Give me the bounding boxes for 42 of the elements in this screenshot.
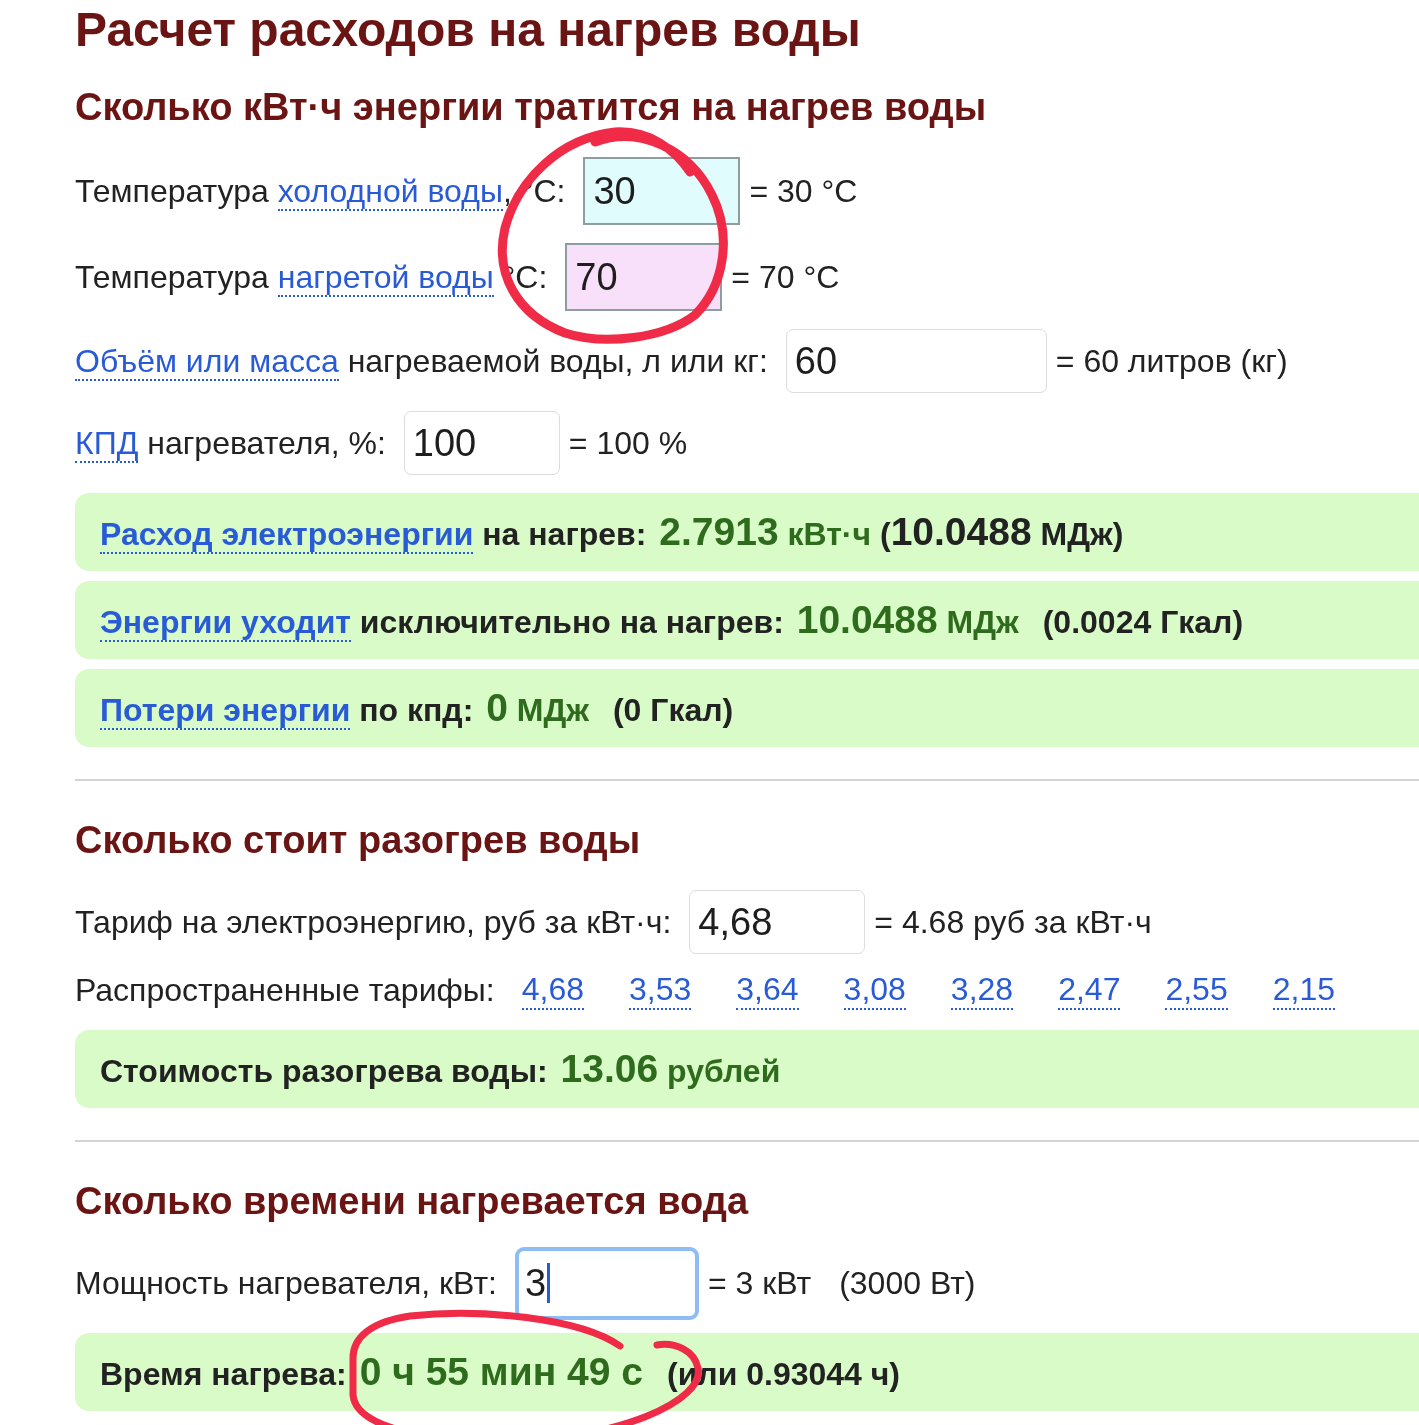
result-text: Энергии уходит исключительно на нагрев: 10.0488 МДж (0.0024 Гкал): [100, 598, 1244, 642]
result-text: = 60 литров (кг): [1055, 342, 1288, 380]
tariff-link[interactable]: 4,68: [521, 970, 584, 1010]
page-title: Расчет расходов на нагрев воды: [75, 2, 862, 58]
input-field[interactable]: 3: [514, 1246, 699, 1320]
result-text: Стоимость разогрева воды: 13.06 рублей: [100, 1047, 781, 1091]
result-text: (3000 Вт): [839, 1264, 976, 1302]
link[interactable]: холодной воды: [277, 172, 503, 211]
link[interactable]: Энергии уходит: [100, 604, 351, 642]
link[interactable]: нагретой воды: [277, 258, 494, 297]
input-field[interactable]: 30: [583, 157, 741, 225]
result-text: Расход электроэнергии на нагрев: 2.7913 кВт·ч (10.0488 МДж): [100, 510, 1124, 554]
result-text: Потери энергии по кпд: 0 МДж (0 Гкал): [100, 686, 734, 730]
field-label: Тариф на электроэнергию, руб за кВт·ч:: [75, 903, 672, 941]
presets-label: Распространенные тарифы:: [75, 971, 495, 1009]
link[interactable]: Потери энергии: [100, 692, 351, 730]
link[interactable]: КПД: [75, 424, 139, 463]
result-text: = 30 °C: [749, 172, 858, 210]
tariff-link[interactable]: 2,55: [1165, 970, 1228, 1010]
input-field[interactable]: 60: [785, 329, 1047, 393]
tariff-link[interactable]: 2,47: [1058, 970, 1121, 1010]
input-field[interactable]: 70: [565, 243, 723, 311]
section-heading: Сколько кВт·ч энергии тратится на нагрев воды: [75, 85, 988, 130]
input-field[interactable]: 100: [403, 411, 560, 475]
section-heading: Сколько времени нагревается вода: [75, 1179, 750, 1224]
result-text: = 3 кВт: [707, 1264, 812, 1302]
field-label: КПД нагревателя, %:: [75, 424, 386, 462]
tariff-link[interactable]: 3,28: [950, 970, 1014, 1010]
tariff-link[interactable]: 2,15: [1272, 970, 1335, 1010]
result-text: = 70 °C: [731, 258, 840, 296]
result-text: = 100 %: [568, 424, 688, 462]
link[interactable]: Расход электроэнергии: [100, 516, 474, 554]
field-label: Объём или масса нагреваемой воды, л или кг:: [75, 342, 768, 380]
link[interactable]: Объём или масса: [75, 342, 339, 381]
section-heading: Сколько стоит разогрев воды: [75, 818, 642, 863]
text-cursor-icon: [547, 1263, 551, 1303]
input-field[interactable]: 4,68: [689, 890, 866, 954]
field-label: Мощность нагревателя, кВт:: [75, 1264, 497, 1302]
tariff-link[interactable]: 3,64: [736, 970, 799, 1010]
tariff-link[interactable]: 3,08: [843, 970, 906, 1010]
result-text: = 4.68 руб за кВт·ч: [874, 903, 1152, 941]
tariff-link[interactable]: 3,53: [629, 970, 692, 1010]
